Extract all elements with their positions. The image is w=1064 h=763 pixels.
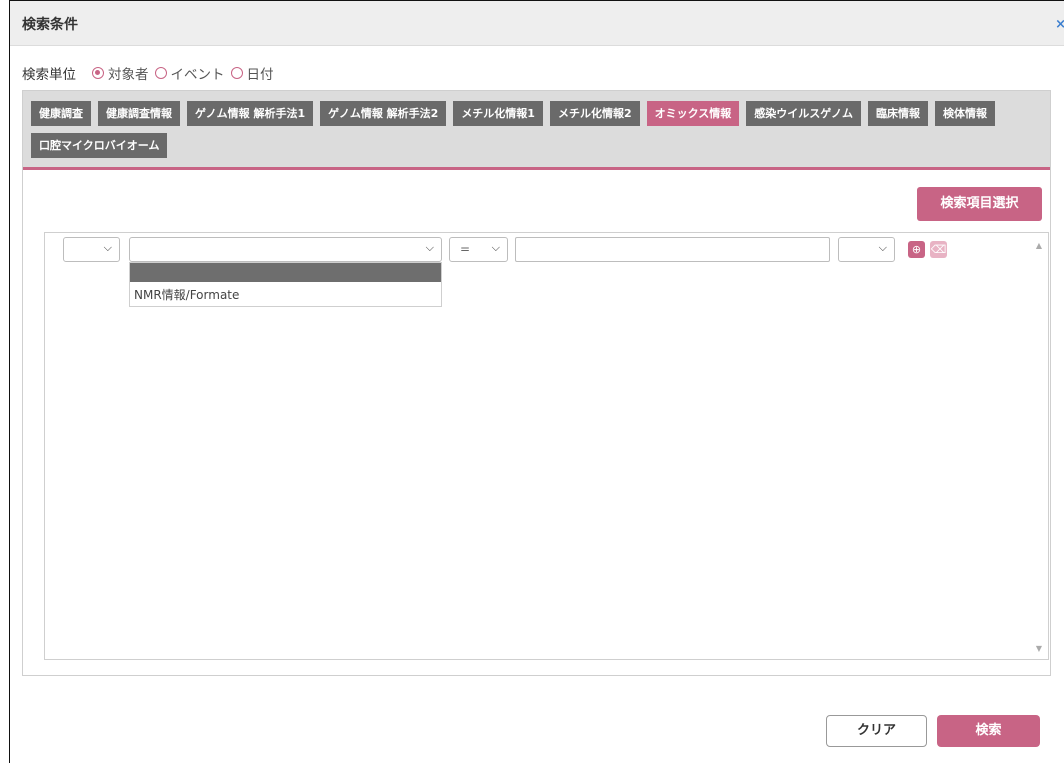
chevron-down-icon: ⌵	[425, 241, 434, 254]
dropdown-option-blank[interactable]	[130, 263, 441, 282]
tab-clinical[interactable]: 臨床情報	[867, 101, 928, 126]
radio-subject-label: 対象者	[108, 67, 149, 83]
tab-methylation2[interactable]: メチル化情報2	[549, 101, 640, 126]
paren-select[interactable]: ⌵	[63, 237, 120, 262]
tab-genome-method2[interactable]: ゲノム情報 解析手法2	[320, 101, 447, 126]
chevron-down-icon: ⌵	[491, 241, 500, 254]
scroll-up-icon[interactable]: ▲	[1036, 241, 1042, 250]
radio-event[interactable]: イベント	[154, 63, 225, 83]
operator-value: =	[460, 242, 471, 256]
add-circle-icon[interactable]: ⊕	[908, 241, 925, 258]
tab-specimen[interactable]: 検体情報	[934, 101, 995, 126]
tab-virus-genome[interactable]: 感染ウイルスゲノム	[746, 101, 861, 126]
tab-genome-method1[interactable]: ゲノム情報 解析手法1	[187, 101, 314, 126]
search-button[interactable]: 検索	[937, 715, 1040, 747]
tab-health-survey[interactable]: 健康調査	[31, 101, 91, 126]
logic-select[interactable]: ⌵	[838, 237, 895, 262]
tab-methylation1[interactable]: メチル化情報1	[453, 101, 543, 126]
trash-icon[interactable]: ⌫	[930, 241, 947, 258]
search-conditions-dialog: 検索条件 × 検索単位 対象者 イベント 日付 健康調査 健康調査情報 ゲノム情…	[9, 0, 1064, 763]
category-tabs: 健康調査 健康調査情報 ゲノム情報 解析手法1 ゲノム情報 解析手法2 メチル化…	[31, 101, 1051, 165]
dialog-titlebar: 検索条件 ×	[10, 1, 1064, 46]
dialog-title: 検索条件	[22, 17, 78, 33]
value-input[interactable]	[515, 237, 830, 262]
chevron-down-icon: ⌵	[878, 241, 887, 254]
search-unit-row: 検索単位 対象者 イベント 日付	[22, 63, 280, 83]
radio-selected-icon	[92, 67, 104, 79]
operator-select[interactable]: = ⌵	[449, 237, 508, 262]
search-panel: 健康調査 健康調査情報 ゲノム情報 解析手法1 ゲノム情報 解析手法2 メチル化…	[22, 90, 1051, 676]
close-icon[interactable]: ×	[1055, 17, 1064, 32]
category-tabbar: 健康調査 健康調査情報 ゲノム情報 解析手法1 ゲノム情報 解析手法2 メチル化…	[23, 91, 1050, 170]
clear-button[interactable]: クリア	[826, 715, 927, 747]
radio-unselected-icon	[154, 67, 167, 79]
field-select[interactable]: ⌵	[129, 237, 442, 262]
search-unit-label: 検索単位	[22, 67, 76, 83]
radio-unselected-icon	[230, 67, 243, 79]
dropdown-option[interactable]: NMR情報/Formate	[130, 282, 441, 303]
radio-date[interactable]: 日付	[230, 63, 274, 83]
select-search-items-button[interactable]: 検索項目選択	[917, 187, 1042, 221]
radio-event-label: イベント	[170, 67, 225, 83]
radio-subject[interactable]: 対象者	[92, 63, 149, 83]
field-dropdown-list: NMR情報/Formate	[129, 262, 442, 307]
tab-health-survey-info[interactable]: 健康調査情報	[98, 101, 180, 126]
radio-date-label: 日付	[246, 67, 274, 83]
tab-omics[interactable]: オミックス情報	[646, 101, 740, 126]
chevron-down-icon: ⌵	[103, 241, 112, 254]
scroll-down-icon[interactable]: ▼	[1036, 644, 1042, 653]
tab-oral-microbiome[interactable]: 口腔マイクロバイオーム	[31, 133, 168, 158]
condition-area: ⌵ ⌵ = ⌵ ⌵ ⊕ ⌫ NMR情報/Formate ▲ ▼	[44, 232, 1049, 660]
